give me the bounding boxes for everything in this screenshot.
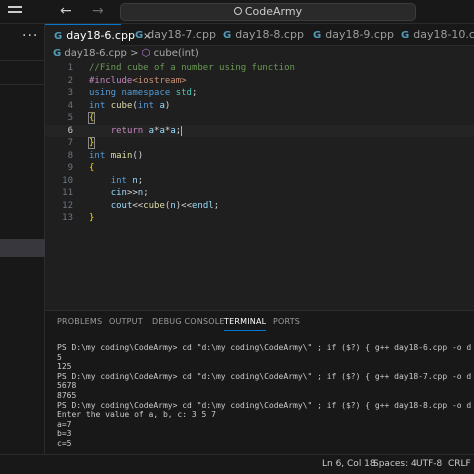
editor-tab-bar: Gday18-6.cpp × Gday18-7.cpp Gday18-8.cpp … [45, 24, 474, 46]
back-arrow-icon[interactable]: ← [60, 3, 72, 19]
line-number: 10 [62, 175, 73, 186]
function-symbol-icon: ⬡ [141, 48, 151, 59]
code-line: 10 int n; [45, 175, 474, 188]
indentation-setting[interactable]: Spaces: 4 [373, 455, 417, 474]
terminal-line: 5678 [57, 381, 77, 391]
line-number: 2 [67, 75, 73, 86]
tab-label: day18-9.cpp [325, 28, 394, 41]
tab-day18-7[interactable]: Gday18-7.cpp [129, 24, 216, 46]
code-line: 7} [45, 137, 474, 150]
code-line: 5{ [45, 112, 474, 125]
terminal-line: PS D:\my coding\CodeArmy> cd "d:\my codi… [57, 400, 472, 410]
cpp-file-icon: G [135, 30, 144, 41]
terminal-line: Enter the value of a, b, c: 3 5 7 [57, 410, 216, 420]
sidebar: ··· [0, 24, 45, 454]
tab-day18-8[interactable]: Gday18-8.cpp [217, 24, 304, 46]
tab-terminal[interactable]: TERMINAL [224, 311, 267, 331]
tab-ports[interactable]: PORTS [273, 311, 300, 333]
bottom-panel: PROBLEMS OUTPUT DEBUG CONSOLE TERMINAL P… [45, 310, 474, 454]
line-number: 11 [62, 188, 73, 198]
forward-arrow-icon[interactable]: → [92, 3, 104, 19]
terminal-line: b=3 [57, 429, 72, 439]
cpp-file-icon: G [401, 30, 410, 41]
tab-output[interactable]: OUTPUT [109, 311, 143, 333]
tab-label: day18-7.cpp [147, 28, 216, 41]
tab-label: day18-6.cpp [66, 29, 135, 42]
code-line: 11 cin>>n; [45, 187, 474, 200]
terminal-line: PS D:\my coding\CodeArmy> cd "d:\my codi… [57, 343, 472, 352]
code-line: 13} [45, 212, 474, 225]
code-line: 12 cout<<cube(n)<<endl; [45, 200, 474, 213]
tab-day18-10[interactable]: Gday18-10.cpp [395, 24, 474, 46]
terminal-line: 5 [57, 352, 62, 362]
panel-tabs: PROBLEMS OUTPUT DEBUG CONSOLE TERMINAL P… [45, 311, 474, 333]
encoding-setting[interactable]: UTF-8 [416, 455, 442, 474]
tab-debug-console[interactable]: DEBUG CONSOLE [152, 311, 225, 333]
terminal-line: PS D:\my coding\CodeArmy> cd "d:\my codi… [57, 371, 472, 381]
code-line-current: 6 return a*a*a; [45, 124, 474, 137]
search-icon [233, 7, 242, 15]
tab-day18-9[interactable]: Gday18-9.cpp [307, 24, 394, 46]
status-bar: Ln 6, Col 18 Spaces: 4 UTF-8 CRLF [0, 454, 474, 474]
menu-icon[interactable] [8, 6, 22, 18]
code-line: 4 int cube(int a) [45, 100, 474, 113]
terminal-output[interactable]: PS D:\my coding\CodeArmy> cd "d:\my codi… [57, 343, 474, 449]
terminal-line: 125 [57, 362, 72, 372]
code-line: 1//Find cube of a number using function [45, 62, 474, 75]
tab-label: day18-10.cpp [413, 28, 474, 41]
line-number: 8 [67, 150, 73, 161]
cpp-file-icon: G [54, 31, 63, 42]
breadcrumb-file[interactable]: day18-6.cpp [64, 48, 126, 59]
eol-setting[interactable]: CRLF [448, 455, 471, 474]
code-editor[interactable]: 1//Find cube of a number using function … [45, 62, 474, 302]
tab-label: day18-8.cpp [235, 28, 304, 41]
terminal-line: a=7 [57, 419, 72, 429]
cursor-position[interactable]: Ln 6, Col 18 [322, 455, 376, 474]
title-bar: ← → CodeArmy [0, 0, 474, 24]
breadcrumb: G day18-6.cpp > ⬡ cube(int) [45, 46, 474, 62]
line-number: 5 [67, 113, 73, 123]
line-number: 12 [62, 200, 73, 211]
terminal-line: c=5 [57, 438, 72, 448]
command-center-label: CodeArmy [244, 5, 303, 18]
line-number: 13 [62, 213, 73, 223]
line-number: 9 [67, 163, 73, 173]
code-line: 3 using namespace std; [45, 87, 474, 100]
code-line: 9{ [45, 162, 474, 175]
sidebar-selected-item[interactable] [0, 239, 45, 257]
line-number: 7 [67, 138, 73, 148]
terminal-line: 8765 [57, 390, 77, 400]
tab-problems[interactable]: PROBLEMS [57, 311, 102, 333]
more-actions-icon[interactable]: ··· [22, 28, 38, 44]
tab-day18-6[interactable]: Gday18-6.cpp × [45, 24, 151, 46]
breadcrumb-separator: > [130, 48, 139, 59]
cpp-file-icon: G [223, 30, 232, 41]
sidebar-divider [0, 60, 45, 61]
line-number: 1 [67, 63, 73, 73]
line-number: 4 [67, 100, 73, 111]
code-line: 8 int main() [45, 150, 474, 163]
cpp-file-icon: G [313, 30, 322, 41]
line-number: 3 [67, 88, 73, 98]
code-line: 2 #include<iostream> [45, 75, 474, 88]
command-center-search[interactable]: CodeArmy [120, 3, 416, 21]
sidebar-divider [0, 84, 45, 85]
breadcrumb-symbol[interactable]: cube(int) [154, 48, 199, 59]
cpp-file-icon: G [53, 48, 62, 59]
line-number: 6 [67, 125, 73, 136]
